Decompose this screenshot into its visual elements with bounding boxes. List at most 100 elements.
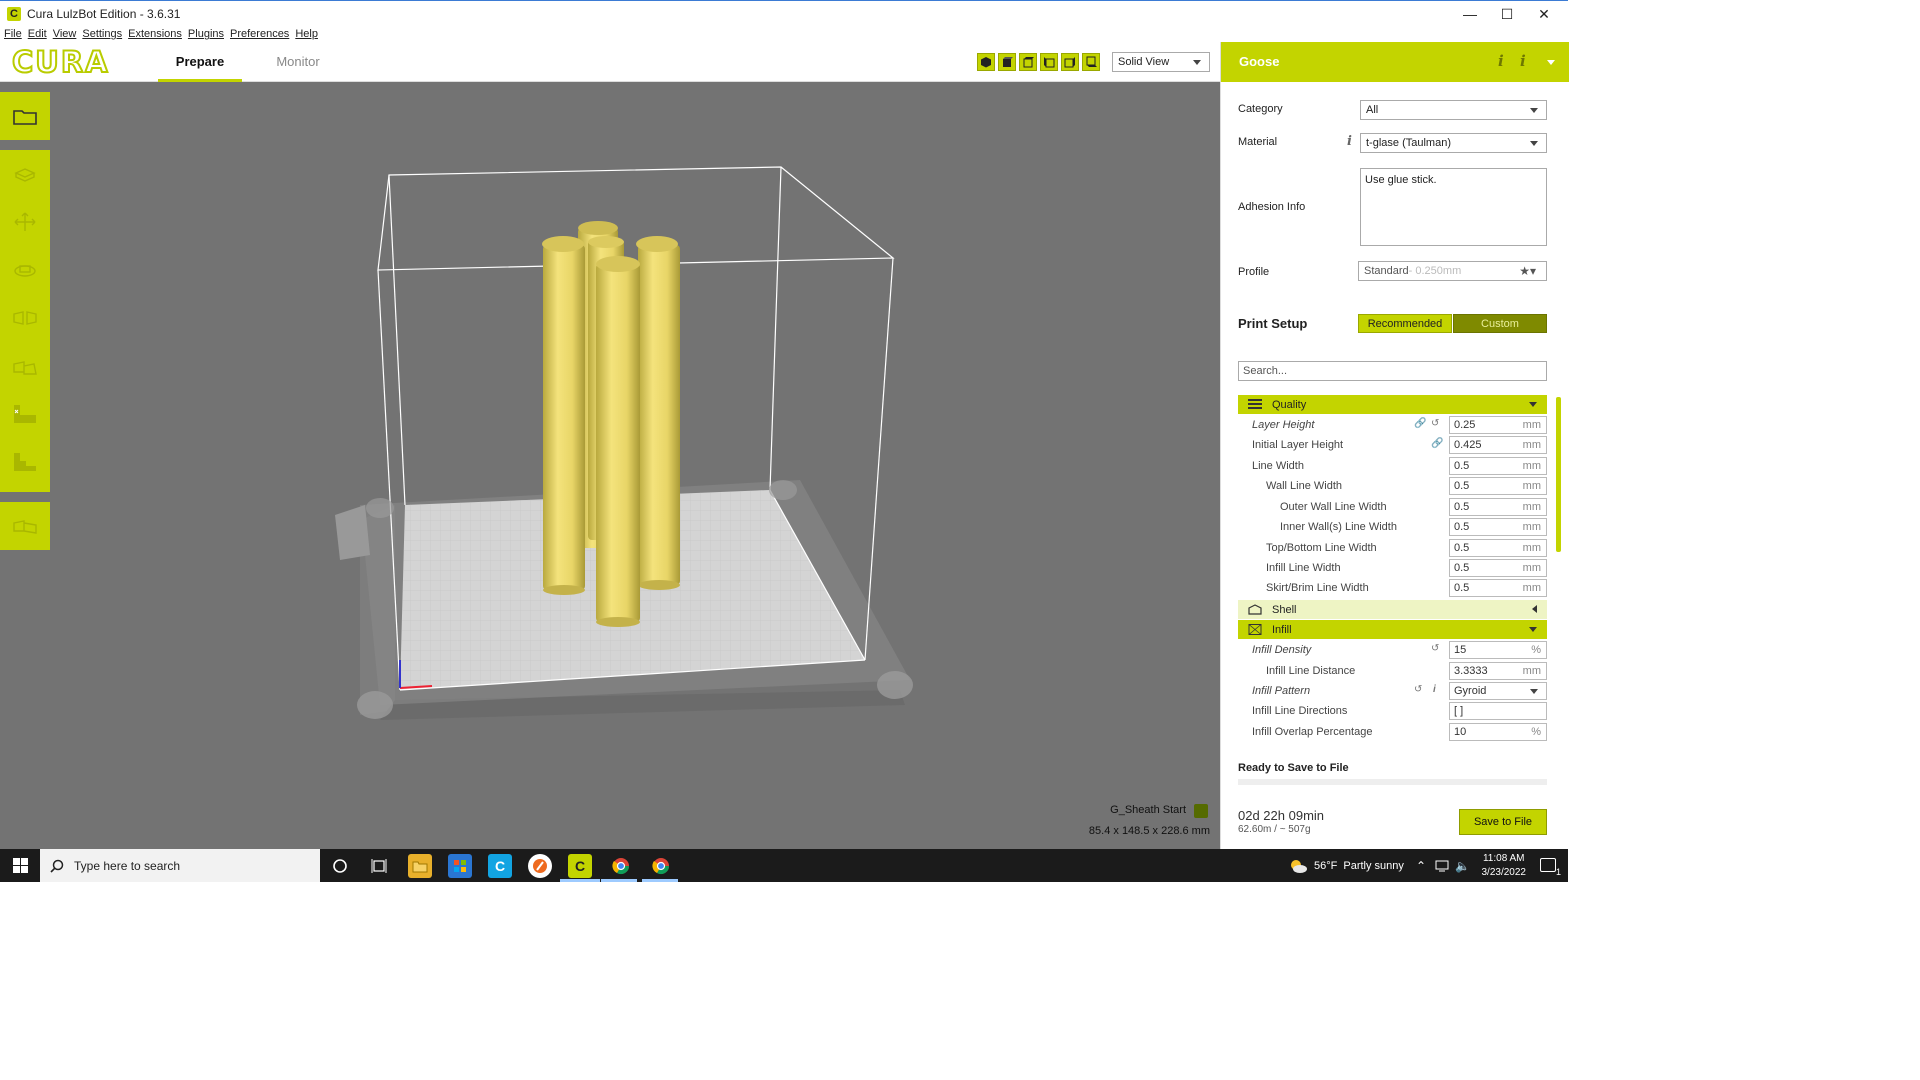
profile-select[interactable]: Standard - 0.250mm ★▾ <box>1358 261 1547 281</box>
menu-extensions[interactable]: Extensions <box>128 28 182 40</box>
info-icon[interactable]: i <box>1498 52 1504 70</box>
close-button[interactable]: ✕ <box>1526 1 1562 27</box>
link-icon[interactable]: 🔗 <box>1431 438 1443 449</box>
menu-help[interactable]: Help <box>295 28 318 40</box>
chrome-profile-icon[interactable] <box>649 854 673 878</box>
save-to-file-button[interactable]: Save to File <box>1459 809 1547 835</box>
cortana-icon[interactable] <box>328 854 352 878</box>
support-blocker-button[interactable] <box>0 390 50 438</box>
menu-plugins[interactable]: Plugins <box>188 28 224 40</box>
initial-layer-height-input[interactable]: 0.425 mm <box>1449 436 1547 454</box>
infill-icon <box>1248 624 1262 635</box>
material-select[interactable]: t-glase (Taulman) <box>1360 133 1547 153</box>
menu-settings[interactable]: Settings <box>82 28 122 40</box>
tab-prepare[interactable]: Prepare <box>158 42 242 82</box>
material-value: t-glase (Taulman) <box>1366 137 1451 149</box>
chrome-icon[interactable] <box>609 854 633 878</box>
network-icon[interactable] <box>1435 849 1451 882</box>
folder-icon <box>13 110 37 125</box>
weather-widget[interactable]: 56°F Partly sunny <box>1288 849 1404 882</box>
move-tool-button[interactable] <box>0 198 50 246</box>
open-file-button[interactable] <box>0 92 50 140</box>
info-icon-secondary[interactable]: i <box>1520 52 1526 70</box>
tab-monitor[interactable]: Monitor <box>262 42 334 82</box>
reset-icon[interactable]: ↺ <box>1414 684 1422 695</box>
view-3d-button[interactable] <box>977 53 995 71</box>
infill-line-distance-input[interactable]: 3.3333 mm <box>1449 662 1547 680</box>
cura-app-icon <box>7 6 21 21</box>
view-mode-select[interactable]: Solid View <box>1112 52 1210 72</box>
category-shell[interactable]: Shell <box>1238 600 1547 619</box>
scale-tool-button[interactable] <box>0 246 50 294</box>
category-infill[interactable]: Infill <box>1238 620 1547 639</box>
infill-density-input[interactable]: 15% <box>1449 641 1547 659</box>
reset-icon[interactable]: ↺ <box>1431 418 1439 429</box>
taskbar-search-input[interactable]: Type here to search <box>40 849 320 882</box>
category-infill-label: Infill <box>1272 623 1292 636</box>
menu-view[interactable]: View <box>53 28 77 40</box>
cura-lulzbot-taskbar-icon[interactable]: C <box>568 854 592 878</box>
pencil-icon[interactable] <box>1194 804 1208 818</box>
notification-center-icon[interactable]: 1 <box>1540 858 1561 877</box>
cura-logo: CURA <box>11 45 110 79</box>
printer-header[interactable]: Goose i i <box>1221 42 1569 82</box>
menu-edit[interactable]: Edit <box>28 28 47 40</box>
file-explorer-icon[interactable] <box>408 854 432 878</box>
3d-viewport[interactable]: G_Sheath Start 85.4 x 148.5 x 228.6 mm <box>0 82 1220 849</box>
info-icon[interactable]: i <box>1433 684 1436 695</box>
star-icon[interactable]: ★▾ <box>1519 264 1536 278</box>
top-bottom-line-width-input[interactable]: 0.5 mm <box>1449 539 1547 557</box>
settings-scrollbar[interactable] <box>1556 397 1561 552</box>
start-button[interactable] <box>0 849 40 882</box>
settings-search-input[interactable]: Search... <box>1238 361 1547 381</box>
chevron-down-icon[interactable] <box>1547 60 1555 65</box>
search-icon <box>50 859 64 873</box>
view-left-button[interactable] <box>1040 53 1058 71</box>
taskbar-clock[interactable]: 11:08 AM 3/23/2022 <box>1482 852 1527 880</box>
link-icon[interactable]: 🔗 <box>1414 418 1426 429</box>
infill-line-width-input[interactable]: 0.5 mm <box>1449 559 1547 577</box>
task-view-icon[interactable] <box>367 854 391 878</box>
mirror-tool-button[interactable] <box>0 294 50 342</box>
chevron-down-icon <box>1529 402 1537 407</box>
chevron-down-icon <box>1193 60 1201 65</box>
material-info-icon[interactable]: i <box>1347 134 1352 149</box>
recommended-mode-button[interactable]: Recommended <box>1358 314 1452 333</box>
microsoft-store-icon[interactable] <box>448 854 472 878</box>
per-model-settings-button[interactable] <box>0 342 50 390</box>
reset-icon[interactable]: ↺ <box>1431 643 1439 654</box>
view-right-button[interactable] <box>1061 53 1079 71</box>
infill-line-directions-input[interactable]: [ ] <box>1449 702 1547 720</box>
minimize-button[interactable]: — <box>1452 1 1488 27</box>
cura-alt-app-icon[interactable]: C <box>488 854 512 878</box>
tray-overflow-icon[interactable]: ⌃ <box>1416 849 1426 882</box>
volume-icon[interactable]: 🔈 <box>1455 849 1470 882</box>
arrange-button[interactable] <box>0 502 50 550</box>
outer-wall-line-width-input[interactable]: 0.5 mm <box>1449 498 1547 516</box>
layer-height-input[interactable]: 0.25 mm <box>1449 416 1547 434</box>
menu-preferences[interactable]: Preferences <box>230 28 289 40</box>
line-width-input[interactable]: 0.5 mm <box>1449 457 1547 475</box>
category-quality[interactable]: Quality <box>1238 395 1547 414</box>
view-front-button[interactable] <box>998 53 1016 71</box>
skirt-brim-line-width-input[interactable]: 0.5 mm <box>1449 579 1547 597</box>
view-bottom-button[interactable] <box>1082 53 1100 71</box>
custom-mode-button[interactable]: Custom <box>1453 314 1547 333</box>
infill-pattern-select[interactable]: Gyroid <box>1449 682 1547 700</box>
cube-front-icon <box>1003 57 1013 67</box>
browser-app-icon[interactable] <box>528 854 552 878</box>
category-select[interactable]: All <box>1360 100 1547 120</box>
view-top-button[interactable] <box>1019 53 1037 71</box>
arrange-toolgroup <box>0 502 50 550</box>
inner-wall-line-width-input[interactable]: 0.5 mm <box>1449 518 1547 536</box>
infill-overlap-percentage-input[interactable]: 10% <box>1449 723 1547 741</box>
setting-label: Infill Pattern <box>1252 685 1311 697</box>
weather-desc: Partly sunny <box>1343 859 1404 872</box>
clock-time: 11:08 AM <box>1482 853 1525 864</box>
print-time: 02d 22h 09min <box>1238 808 1325 823</box>
rotate-tool-button[interactable] <box>0 150 50 198</box>
layer-support-button[interactable] <box>0 438 50 486</box>
maximize-button[interactable]: ☐ <box>1489 1 1525 27</box>
wall-line-width-input[interactable]: 0.5 mm <box>1449 477 1547 495</box>
menu-file[interactable]: File <box>4 28 22 40</box>
